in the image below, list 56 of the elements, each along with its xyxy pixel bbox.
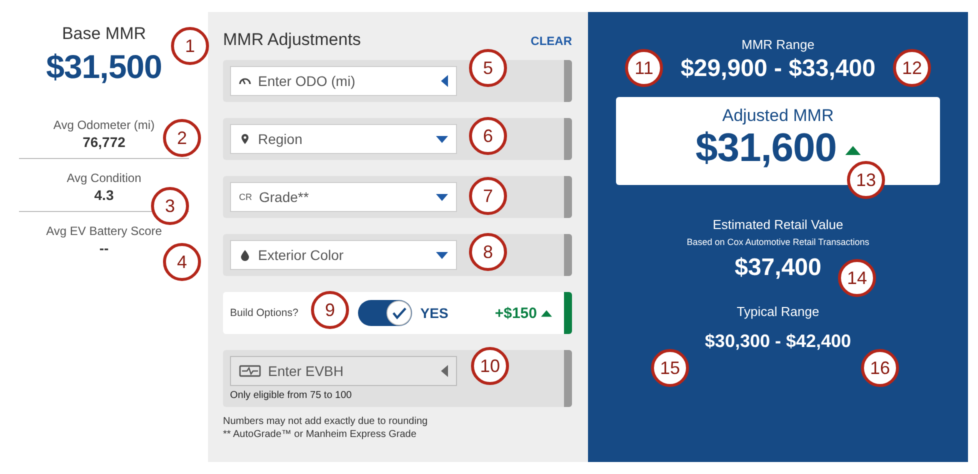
adjusted-mmr-value: $31,600 — [695, 126, 837, 171]
drop-icon — [239, 249, 251, 261]
dropdown-caret-icon — [436, 252, 448, 258]
dropdown-caret-icon — [436, 194, 448, 200]
input-field[interactable]: Enter ODO (mi) — [230, 66, 457, 96]
typical-range-title: Typical Range — [736, 304, 820, 319]
dropdown-caret-icon — [436, 136, 448, 142]
battery-icon — [239, 365, 261, 377]
stat-label: Avg Condition — [66, 171, 142, 185]
range-title: MMR Range — [742, 37, 814, 52]
stat-value: -- — [99, 240, 109, 256]
up-arrow-icon — [541, 310, 552, 316]
caret-icon — [441, 365, 448, 377]
status-bar — [564, 176, 572, 218]
field-placeholder: Region — [258, 131, 304, 147]
panel-title: MMR Adjustments — [223, 30, 361, 50]
toggle-switch[interactable] — [358, 300, 412, 326]
stat-value: 4.3 — [94, 187, 114, 203]
price-delta: +$150 — [494, 304, 537, 322]
status-bar — [564, 234, 572, 276]
input-field[interactable]: CR Grade** — [230, 182, 457, 212]
grade-icon: CR — [239, 192, 252, 202]
gauge-icon — [239, 75, 251, 87]
mmr-range: $29,900 - $33,400 — [680, 55, 876, 83]
caret-icon — [441, 75, 448, 87]
field-placeholder: Grade** — [259, 189, 310, 205]
input-field[interactable]: Region — [230, 124, 457, 154]
stat-value: 76,772 — [82, 134, 126, 150]
base-mmr-value: $31,500 — [46, 48, 162, 86]
retail-subtitle: Based on Cox Automotive Retail Transactions — [686, 237, 870, 247]
retail-title: Estimated Retail Value — [712, 217, 844, 232]
field-note: Only eligible from 75 to 100 — [230, 390, 353, 401]
field-placeholder: Enter EVBH — [268, 363, 344, 379]
input-field[interactable]: Exterior Color — [230, 240, 457, 270]
callout-number: 2 — [163, 119, 201, 157]
clear-link[interactable]: CLEAR — [530, 34, 572, 48]
status-bar — [564, 60, 572, 102]
typical-range: $30,300 - $42,400 — [704, 331, 852, 352]
up-arrow-icon — [844, 146, 861, 155]
callout-number: 3 — [151, 187, 189, 225]
footnote: ** AutoGrade™ or Manheim Express Grade — [223, 428, 418, 441]
adjusted-mmr-title: Adjusted MMR — [722, 106, 834, 126]
status-bar — [564, 350, 572, 407]
retail-value: $37,400 — [734, 254, 822, 282]
field-placeholder: Enter ODO (mi) — [258, 73, 356, 89]
callout-number: 1 — [171, 27, 209, 65]
status-bar — [564, 118, 572, 160]
stat-label: Avg Odometer (mi) — [53, 118, 155, 132]
callout-number: 4 — [163, 243, 201, 281]
stat-label: Avg EV Battery Score — [46, 224, 162, 238]
build-options-label: Build Options? — [230, 307, 298, 319]
toggle-state-label: YES — [420, 305, 448, 321]
footnote: Numbers may not add exactly due to rounding — [223, 415, 429, 428]
location-pin-icon — [239, 133, 251, 145]
base-mmr-title: Base MMR — [62, 24, 146, 44]
field-placeholder: Exterior Color — [258, 247, 345, 263]
